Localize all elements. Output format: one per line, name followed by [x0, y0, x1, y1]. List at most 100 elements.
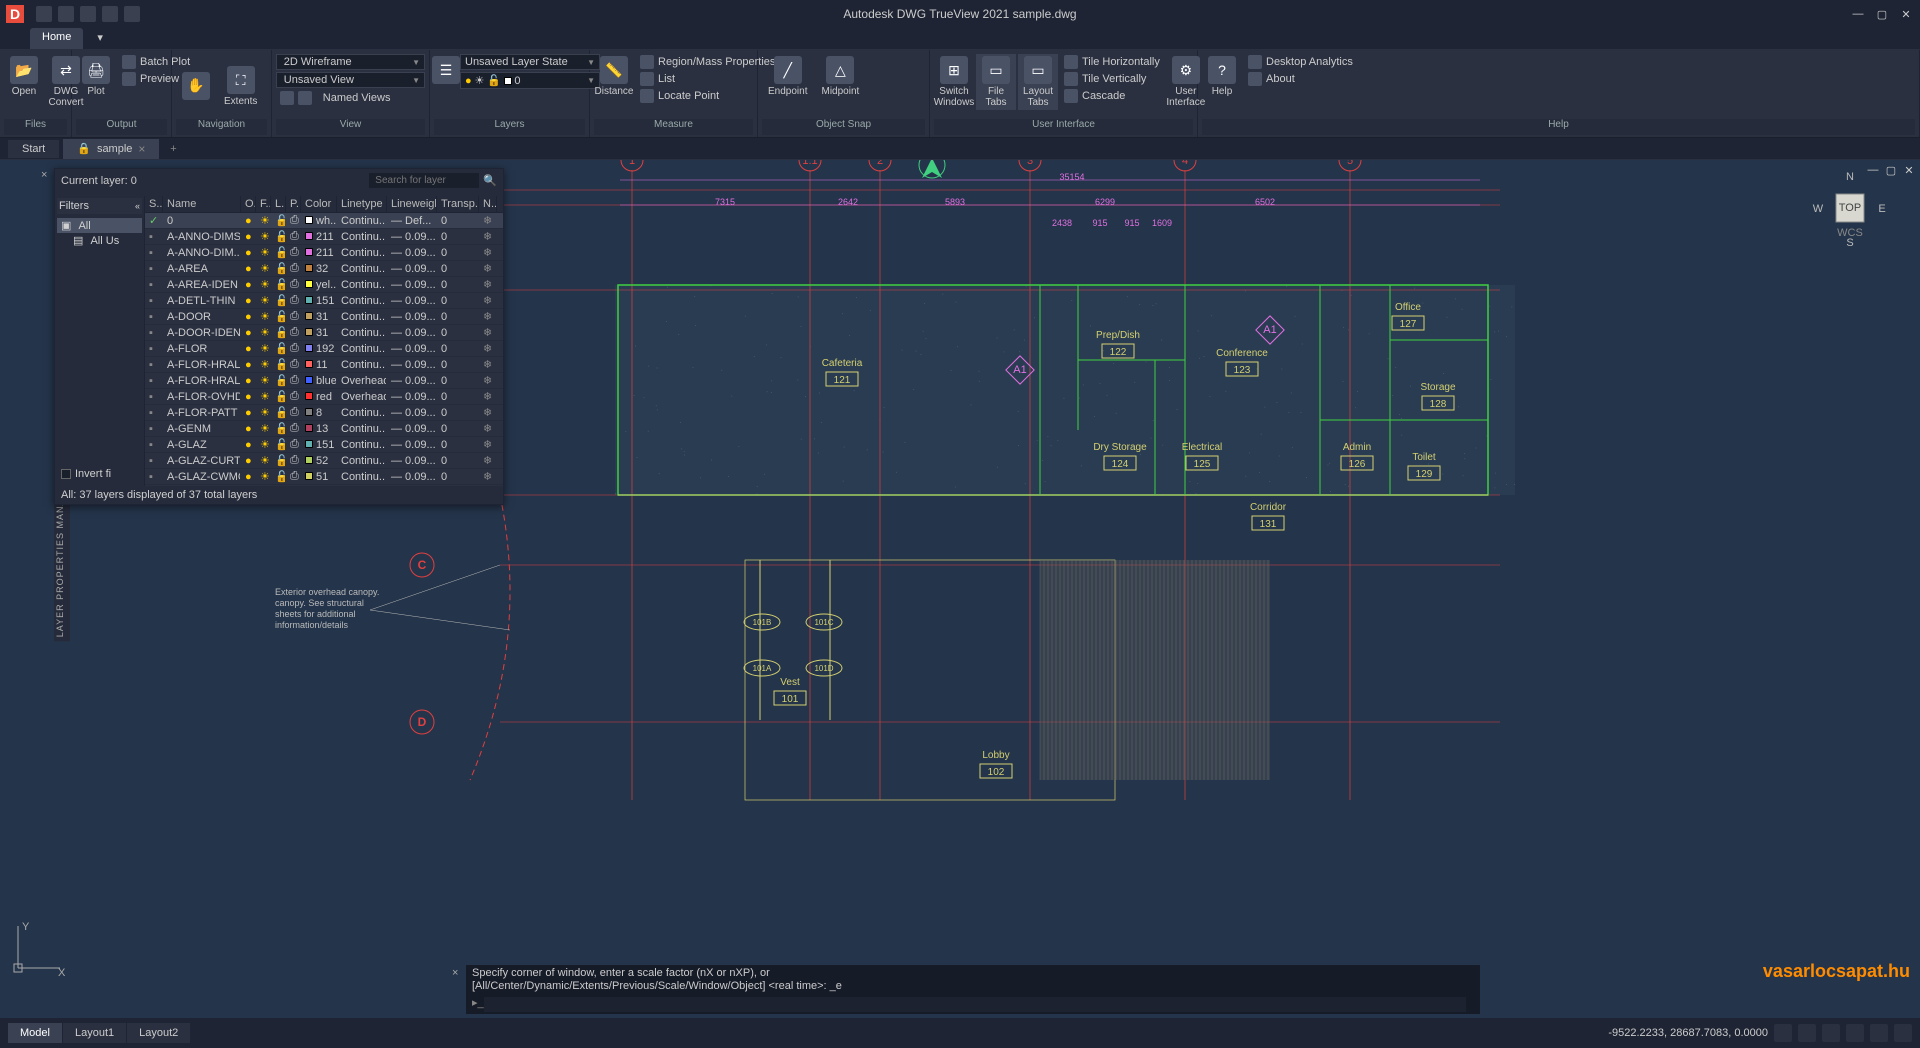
layer-row[interactable]: ▪ A-AREA ● ☀ 🔓 ⎙ 32 Continu... — 0.09...… — [145, 261, 503, 277]
viewport-close[interactable]: ✕ — [1902, 164, 1916, 178]
layer-row[interactable]: ▪ A-FLOR-HRAL-... ● ☀ 🔓 ⎙ blue Overhead … — [145, 373, 503, 389]
layer-row[interactable]: ▪ A-GENM ● ☀ 🔓 ⎙ 13 Continu... — 0.09...… — [145, 421, 503, 437]
close-button[interactable]: ✕ — [1898, 8, 1914, 21]
view-cube[interactable]: N S W E TOP WCS — [1810, 168, 1890, 248]
col-transparency[interactable]: Transp.. — [437, 196, 479, 212]
svg-text:7315: 7315 — [715, 197, 735, 207]
layer-row[interactable]: ▪ A-GLAZ-CWMG ● ☀ 🔓 ⎙ 51 Continu... — 0.… — [145, 469, 503, 485]
plot-button[interactable]: 🖨Plot — [76, 54, 116, 99]
status-snap-icon[interactable] — [1798, 1024, 1816, 1042]
layer-row[interactable]: ▪ A-FLOR-PATT ● ☀ 🔓 ⎙ 8 Continu... — 0.0… — [145, 405, 503, 421]
layer-row[interactable]: ▪ A-GLAZ-CURT ● ☀ 🔓 ⎙ 52 Continu... — 0.… — [145, 453, 503, 469]
layer-row[interactable]: ▪ A-ANNO-DIMS ● ☀ 🔓 ⎙ 211 Continu... — 0… — [145, 229, 503, 245]
col-freeze[interactable]: F.. — [256, 196, 271, 212]
col-color[interactable]: Color — [301, 196, 337, 212]
layout-tabs-button[interactable]: ▭Layout Tabs — [1018, 54, 1058, 110]
svg-text:101: 101 — [782, 694, 799, 705]
extents-button[interactable]: ⛶Extents — [218, 64, 263, 109]
col-status[interactable]: S.. — [145, 196, 163, 212]
distance-button[interactable]: 📏Distance — [594, 54, 634, 99]
layer-props-button[interactable]: ☰ — [434, 54, 458, 88]
filter-all[interactable]: ▣ All — [57, 218, 142, 233]
file-tabs-button[interactable]: ▭File Tabs — [976, 54, 1016, 110]
svg-text:4: 4 — [1182, 160, 1188, 167]
command-line[interactable]: × Specify corner of window, enter a scal… — [466, 965, 1480, 1014]
layer-row[interactable]: ▪ A-FLOR-HRAL ● ☀ 🔓 ⎙ 11 Continu... — 0.… — [145, 357, 503, 373]
work-area: 11.12345CD731526425893629965023515424389… — [0, 160, 1920, 1018]
cmd-history-2: [All/Center/Dynamic/Extents/Previous/Sca… — [472, 980, 1474, 993]
layer-row[interactable]: ▪ A-FLOR ● ☀ 🔓 ⎙ 192 Continu... — 0.09..… — [145, 341, 503, 357]
layout-tab-layout1[interactable]: Layout1 — [63, 1023, 127, 1043]
col-lineweight[interactable]: Lineweight — [387, 196, 437, 212]
pan-button[interactable]: ✋ — [176, 70, 216, 104]
svg-text:915: 915 — [1124, 218, 1139, 228]
col-on[interactable]: O.. — [241, 196, 256, 212]
cascade-button[interactable]: Cascade — [1060, 88, 1164, 104]
endpoint-button[interactable]: ╱Endpoint — [762, 54, 813, 99]
app-logo: D — [6, 5, 24, 23]
doc-tab-start[interactable]: Start — [8, 140, 59, 158]
svg-text:101D: 101D — [814, 664, 833, 673]
command-input[interactable] — [484, 997, 1466, 1012]
minimize-button[interactable]: — — [1850, 8, 1866, 21]
layer-state-dropdown[interactable]: Unsaved Layer State▼ — [460, 54, 600, 70]
layout-tab-model[interactable]: Model — [8, 1023, 63, 1043]
panel-layers-label: Layers — [434, 119, 585, 135]
tab-expand[interactable]: ▾ — [85, 28, 115, 49]
add-tab-button[interactable]: + — [163, 143, 183, 155]
help-button[interactable]: ?Help — [1202, 54, 1242, 99]
qat-open-icon[interactable] — [36, 6, 52, 22]
filter-all-used[interactable]: ▤ All Us — [57, 233, 142, 248]
col-name[interactable]: Name — [163, 196, 241, 212]
tab-close-button[interactable]: × — [138, 142, 145, 156]
layout-tab-layout2[interactable]: Layout2 — [127, 1023, 191, 1043]
col-new[interactable]: N.. — [479, 196, 497, 212]
layer-row[interactable]: ▪ A-FLOR-OVHD ● ☀ 🔓 ⎙ red Overhead — 0.0… — [145, 389, 503, 405]
layer-row[interactable]: ▪ A-DOOR-IDEN ● ☀ 🔓 ⎙ 31 Continu... — 0.… — [145, 325, 503, 341]
layer-filters: Filters« ▣ All ▤ All Us Invert fi — [55, 196, 145, 486]
tab-home[interactable]: Home — [30, 28, 83, 49]
status-grid-icon[interactable] — [1774, 1024, 1792, 1042]
search-icon[interactable]: 🔍 — [483, 174, 497, 187]
layer-row[interactable]: ▪ A-GLAZ ● ☀ 🔓 ⎙ 151 Continu... — 0.09..… — [145, 437, 503, 453]
status-clean-icon[interactable] — [1870, 1024, 1888, 1042]
col-linetype[interactable]: Linetype — [337, 196, 387, 212]
status-scale-icon[interactable] — [1822, 1024, 1840, 1042]
layer-panel-close[interactable]: × — [41, 169, 47, 181]
ruler-icon: 📏 — [600, 56, 628, 84]
col-plot[interactable]: P.. — [286, 196, 301, 212]
cmdline-close[interactable]: × — [452, 967, 458, 980]
svg-text:101C: 101C — [814, 618, 833, 627]
qat-redo-icon[interactable] — [102, 6, 118, 22]
layer-table[interactable]: S.. Name O.. F.. L.. P.. Color Linetype … — [145, 196, 503, 486]
svg-text:6502: 6502 — [1255, 197, 1275, 207]
invert-filter-checkbox[interactable] — [61, 469, 71, 479]
layer-panel-title: Current layer: 0 — [61, 175, 137, 187]
qat-undo-icon[interactable] — [80, 6, 96, 22]
layer-row[interactable]: ▪ A-AREA-IDEN ● ☀ 🔓 ⎙ yel... Continu... … — [145, 277, 503, 293]
qat-plot-icon[interactable] — [58, 6, 74, 22]
open-button[interactable]: 📂Open — [4, 54, 44, 99]
qat-dropdown-icon[interactable] — [124, 6, 140, 22]
switch-windows-button[interactable]: ⊞Switch Windows — [934, 54, 974, 110]
col-lock[interactable]: L.. — [271, 196, 286, 212]
tile-h-button[interactable]: Tile Horizontally — [1060, 54, 1164, 70]
about-button[interactable]: About — [1244, 71, 1357, 87]
named-view-dropdown[interactable]: Unsaved View▼ — [276, 72, 425, 88]
layer-row[interactable]: ▪ A-DOOR ● ☀ 🔓 ⎙ 31 Continu... — 0.09...… — [145, 309, 503, 325]
desktop-analytics-button[interactable]: Desktop Analytics — [1244, 54, 1357, 70]
layer-current-dropdown[interactable]: ● ☀ 🔓 0▼ — [460, 72, 600, 89]
layer-row[interactable]: ▪ A-DETL-THIN ● ☀ 🔓 ⎙ 151 Continu... — 0… — [145, 293, 503, 309]
midpoint-button[interactable]: △Midpoint — [815, 54, 865, 99]
layer-row[interactable]: ✓ 0 ● ☀ 🔓 ⎙ wh... Continu... — Def... 0 … — [145, 213, 503, 229]
tile-v-button[interactable]: Tile Vertically — [1060, 71, 1164, 87]
named-views-button[interactable]: Named Views — [276, 90, 425, 106]
layer-search-input[interactable] — [369, 173, 479, 188]
views2-icon — [298, 91, 312, 105]
status-custom-icon[interactable] — [1894, 1024, 1912, 1042]
maximize-button[interactable]: ▢ — [1874, 8, 1890, 21]
visual-style-dropdown[interactable]: 2D Wireframe▼ — [276, 54, 425, 70]
doc-tab-sample[interactable]: 🔒sample× — [63, 139, 159, 159]
status-anno-icon[interactable] — [1846, 1024, 1864, 1042]
layer-row[interactable]: ▪ A-ANNO-DIM... ● ☀ 🔓 ⎙ 211 Continu... —… — [145, 245, 503, 261]
